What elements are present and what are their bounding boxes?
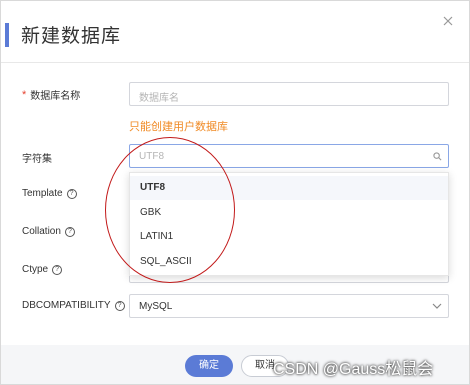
charset-label: 字符集 — [22, 150, 52, 165]
charset-option-utf8[interactable]: UTF8 — [130, 176, 448, 200]
help-icon[interactable]: ? — [52, 264, 63, 275]
charset-dropdown: UTF8 GBK LATIN1 SQL_ASCII — [129, 172, 449, 276]
help-icon[interactable]: ? — [66, 188, 77, 199]
header-divider — [1, 62, 469, 63]
title-accent-bar — [5, 23, 9, 47]
db-name-label-text: 数据库名称 — [30, 91, 81, 102]
collation-label: Collation ? — [22, 226, 75, 237]
db-name-placeholder: 数据库名 — [139, 93, 179, 104]
template-label-text: Template — [22, 188, 63, 199]
charset-option-sql-ascii[interactable]: SQL_ASCII — [130, 250, 448, 274]
charset-option-gbk[interactable]: GBK — [130, 201, 448, 225]
confirm-button[interactable]: 确定 — [185, 355, 233, 377]
create-database-dialog: 新建数据库 * 数据库名称 数据库名 只能创建用户数据库 字符集 UTF8 Te… — [0, 0, 470, 385]
dbcompatibility-label: DBCOMPATIBILITY ? — [22, 300, 125, 311]
chevron-down-icon — [432, 303, 442, 309]
charset-placeholder: UTF8 — [139, 151, 164, 162]
dbcompatibility-select[interactable]: MySQL — [129, 294, 449, 318]
collation-label-text: Collation — [22, 226, 61, 237]
watermark: CSDN @Gauss松鼠会 — [273, 361, 434, 378]
search-icon — [433, 152, 442, 161]
help-icon[interactable]: ? — [114, 300, 125, 311]
ctype-label-text: Ctype — [22, 264, 49, 275]
charset-select-input[interactable]: UTF8 — [129, 144, 449, 168]
ctype-label: Ctype ? — [22, 264, 63, 275]
charset-option-latin1[interactable]: LATIN1 — [130, 225, 448, 249]
charset-label-text: 字符集 — [22, 154, 52, 165]
dbcompatibility-label-text: DBCOMPATIBILITY — [22, 300, 111, 311]
dialog-header: 新建数据库 — [1, 1, 469, 61]
help-icon[interactable]: ? — [64, 226, 75, 237]
db-name-label: * 数据库名称 — [22, 87, 81, 103]
close-icon[interactable] — [441, 14, 455, 28]
required-mark: * — [22, 88, 27, 101]
db-name-input[interactable]: 数据库名 — [129, 82, 449, 106]
dbcompatibility-value: MySQL — [139, 301, 173, 312]
template-label: Template ? — [22, 188, 77, 199]
db-name-hint: 只能创建用户数据库 — [129, 121, 228, 133]
dialog-title: 新建数据库 — [21, 26, 122, 47]
